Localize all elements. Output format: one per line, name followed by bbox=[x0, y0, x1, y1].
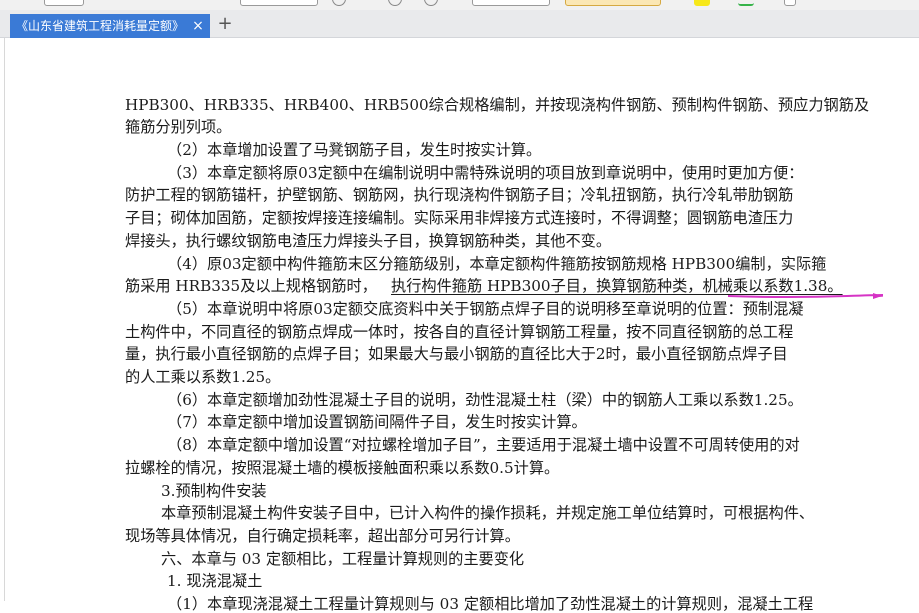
toolbar-field-page[interactable] bbox=[240, 0, 318, 6]
rotate-right-icon[interactable] bbox=[424, 0, 438, 6]
toolbar-view-toggle[interactable] bbox=[565, 0, 661, 6]
doc-line: 土构件中，不同直径的钢筋点焊成一体时，按各自的直径计算钢筋工程量，按不同直径钢筋… bbox=[125, 323, 794, 341]
doc-line: （7）本章定额中增加设置钢筋间隔件子目，发生时按实计算。 bbox=[167, 413, 587, 431]
doc-line: 焊接头，执行螺纹钢筋电渣压力焊接头子目，换算钢筋种类，其他不变。 bbox=[125, 232, 611, 250]
green-pen-icon[interactable] bbox=[738, 0, 754, 6]
highlight-color-icon[interactable] bbox=[694, 0, 710, 6]
doc-heading: 1. 现浇混凝土 bbox=[167, 572, 263, 590]
doc-line: 拉螺栓的情况，按照混凝土墙的模板接触面积乘以系数0.5计算。 bbox=[125, 459, 560, 477]
new-tab-button[interactable]: + bbox=[216, 14, 234, 34]
tab-document[interactable]: 《山东省建筑工程消耗量定额》 × bbox=[10, 14, 210, 38]
doc-line: 现场等具体情况，自行确定损耗率，超出部分可另行计算。 bbox=[125, 527, 520, 545]
doc-line: （4）原03定额中构件箍筋末区分箍筋级别，本章定额构件箍筋按钢筋规格 HPB30… bbox=[167, 255, 827, 273]
doc-line: 子目；砌体加固筋，定额按焊接连接编制。实际采用非焊接方式连接时，不得调整；圆钢筋… bbox=[125, 209, 794, 227]
pen-stroke bbox=[727, 294, 883, 298]
toolbar-field-left[interactable] bbox=[44, 0, 84, 6]
zoom-icon[interactable] bbox=[332, 0, 346, 6]
doc-heading: 六、本章与 03 定额相比，工程量计算规则的主要变化 bbox=[161, 550, 525, 568]
rotate-left-icon[interactable] bbox=[388, 0, 402, 6]
doc-line: （1）本章现浇混凝土工程量计算规则与 03 定额相比增加了劲性混凝土的计算规则，… bbox=[167, 595, 814, 613]
tab-title: 《山东省建筑工程消耗量定额》 bbox=[16, 19, 185, 33]
toolbar-zoom-select[interactable] bbox=[472, 0, 550, 6]
doc-line: 本章预制混凝土构件安装子目中，已计入构件的操作损耗，并规定施工单位结算时，可根据… bbox=[161, 504, 815, 522]
toolbar bbox=[0, 0, 919, 10]
doc-line: （8）本章定额中增加设置“对拉螺栓增加子目”，主要适用于混凝土墙中设置不可周转使… bbox=[167, 436, 800, 454]
pen-arrowhead bbox=[873, 293, 882, 299]
pen-annotation bbox=[727, 293, 883, 299]
tab-bar: 《山东省建筑工程消耗量定额》 × + bbox=[0, 10, 919, 38]
doc-line: 箍筋分别列项。 bbox=[125, 118, 232, 136]
close-icon[interactable]: × bbox=[190, 17, 206, 35]
doc-line: （6）本章定额增加劲性混凝土子目的说明，劲性混凝土柱（梁）中的钢筋人工乘以系数1… bbox=[167, 391, 803, 409]
doc-line: 筋采用 HRB335及以上规格钢筋时， bbox=[125, 277, 377, 295]
doc-line: 的人工乘以系数1.25。 bbox=[125, 368, 281, 386]
doc-line: （2）本章增加设置了马凳钢筋子目，发生时按实计算。 bbox=[167, 141, 542, 159]
left-guide bbox=[4, 38, 5, 601]
doc-line: （5）本章说明中将原03定额交底资料中关于钢筋点焊子目的说明移至章说明的位置：预… bbox=[167, 300, 804, 318]
doc-line: 防护工程的钢筋锚杆，护壁钢筋、钢筋网，执行现浇构件钢筋子目；冷轧扭钢筋，执行冷轧… bbox=[125, 186, 794, 204]
toolbar-checkbox[interactable] bbox=[784, 0, 796, 6]
doc-line: 量，执行最小直径钢筋的点焊子目；如果最大与最小钢筋的直径比大于2时，最小直径钢筋… bbox=[125, 345, 788, 363]
doc-line: （3）本章定额将原03定额中在编制说明中需特殊说明的项目放到章说明中，使用时更加… bbox=[167, 164, 804, 182]
doc-heading: 3.预制构件安装 bbox=[161, 482, 267, 500]
doc-line: HPB300、HRB335、HRB400、HRB500综合规格编制，并按现浇构件… bbox=[125, 96, 870, 114]
